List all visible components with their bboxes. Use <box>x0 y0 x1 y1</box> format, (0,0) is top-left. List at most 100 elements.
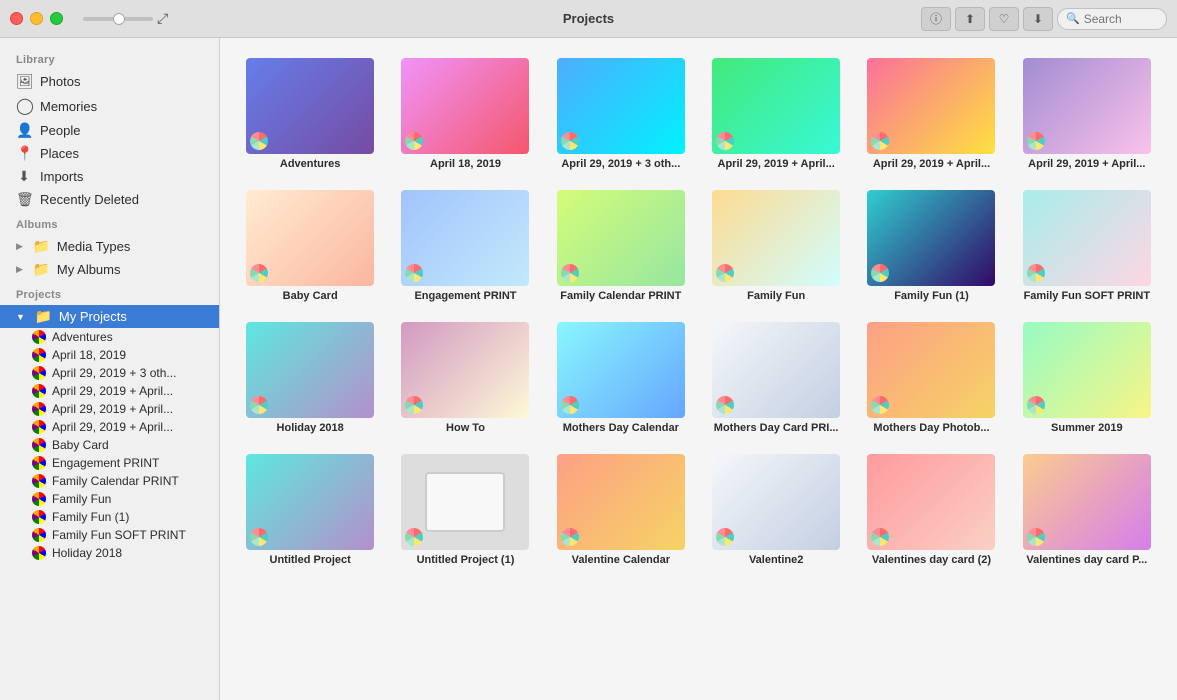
sidebar-item-memories[interactable]: ◯ Memories <box>0 93 219 119</box>
project-item-april-29-april3[interactable]: April 29, 2019 + April... <box>1017 58 1157 170</box>
minimize-button[interactable] <box>30 12 43 25</box>
sidebar-item-april-29-1[interactable]: April 29, 2019 + 3 oth... <box>0 364 219 382</box>
sidebar-item-april-29-3[interactable]: April 29, 2019 + April... <box>0 400 219 418</box>
close-button[interactable] <box>10 12 23 25</box>
project-badge-family-fun-soft <box>1027 264 1045 282</box>
project-item-how-to[interactable]: How To <box>395 322 535 434</box>
upload-button[interactable]: ⬇ <box>1023 7 1053 31</box>
sidebar-item-people[interactable]: 👤 People <box>0 119 219 142</box>
sidebar-item-engagement-print[interactable]: Engagement PRINT <box>0 454 219 472</box>
sidebar: Library 🖼 Photos ◯ Memories 👤 People 📍 P… <box>0 38 220 700</box>
project-badge-family-fun-1 <box>871 264 889 282</box>
sidebar-item-baby-card[interactable]: Baby Card <box>0 436 219 454</box>
project-thumb-april-29-april3 <box>1023 58 1151 154</box>
sidebar-item-april-18[interactable]: April 18, 2019 <box>0 346 219 364</box>
sidebar-item-family-calendar[interactable]: Family Calendar PRINT <box>0 472 219 490</box>
sidebar-item-april-29-2[interactable]: April 29, 2019 + April... <box>0 382 219 400</box>
project-name-how-to: How To <box>446 422 485 434</box>
search-box[interactable]: 🔍 <box>1057 8 1167 30</box>
project-name-untitled: Untitled Project <box>270 554 351 566</box>
project-badge-april-29-april1 <box>716 132 734 150</box>
sidebar-item-family-fun-1[interactable]: Family Fun (1) <box>0 508 219 526</box>
photos-label: Photos <box>40 74 80 89</box>
sidebar-item-april-29-4[interactable]: April 29, 2019 + April... <box>0 418 219 436</box>
project-dot-baby-card <box>32 438 46 452</box>
sidebar-item-my-projects[interactable]: ▼ 📁 My Projects <box>0 305 219 328</box>
baby-card-label: Baby Card <box>52 438 109 452</box>
sidebar-item-family-fun[interactable]: Family Fun <box>0 490 219 508</box>
project-item-april-18[interactable]: April 18, 2019 <box>395 58 535 170</box>
project-thumb-april-18 <box>401 58 529 154</box>
project-name-adventures: Adventures <box>280 158 341 170</box>
sidebar-item-imports[interactable]: ⬇ Imports <box>0 165 219 188</box>
project-item-mothers-day-cal[interactable]: Mothers Day Calendar <box>551 322 691 434</box>
projects-grid: Adventures April 18, 2019 April 29, 2019 +… <box>240 58 1157 566</box>
holiday-label: Holiday 2018 <box>52 546 122 560</box>
sidebar-item-photos[interactable]: 🖼 Photos <box>0 70 219 93</box>
people-icon: 👤 <box>16 122 32 139</box>
sidebar-item-family-fun-soft[interactable]: Family Fun SOFT PRINT <box>0 526 219 544</box>
maximize-button[interactable] <box>50 12 63 25</box>
sidebar-item-places[interactable]: 📍 Places <box>0 142 219 165</box>
project-thumb-april-29-april1 <box>712 58 840 154</box>
project-item-valentine2[interactable]: Valentine2 <box>706 454 846 566</box>
people-label: People <box>40 123 80 138</box>
project-item-adventures[interactable]: Adventures <box>240 58 380 170</box>
project-dot-april18 <box>32 348 46 362</box>
project-item-april-29-april2[interactable]: April 29, 2019 + April... <box>861 58 1001 170</box>
family-calendar-label: Family Calendar PRINT <box>52 474 179 488</box>
share-button[interactable]: ⬆ <box>955 7 985 31</box>
project-item-engagement-print[interactable]: Engagement PRINT <box>395 190 535 302</box>
project-dot-april292 <box>32 384 46 398</box>
project-name-valentine2: Valentine2 <box>749 554 803 566</box>
project-item-family-fun[interactable]: Family Fun <box>706 190 846 302</box>
project-item-family-fun-soft[interactable]: Family Fun SOFT PRINT <box>1017 190 1157 302</box>
project-thumb-engagement-print <box>401 190 529 286</box>
project-item-valentine-cal[interactable]: Valentine Calendar <box>551 454 691 566</box>
zoom-slider[interactable] <box>83 17 153 21</box>
project-thumb-valentine-cal <box>557 454 685 550</box>
sidebar-item-recently-deleted[interactable]: 🗑 Recently Deleted <box>0 188 219 211</box>
project-item-summer-2019[interactable]: Summer 2019 <box>1017 322 1157 434</box>
project-item-untitled[interactable]: Untitled Project <box>240 454 380 566</box>
project-name-family-fun: Family Fun <box>747 290 805 302</box>
project-name-valentines-day-card-2: Valentines day card (2) <box>872 554 991 566</box>
project-badge-untitled <box>250 528 268 546</box>
my-projects-icon: 📁 <box>35 308 51 325</box>
favorite-button[interactable]: ♡ <box>989 7 1019 31</box>
project-thumb-family-fun-soft <box>1023 190 1151 286</box>
project-item-mothers-day-card[interactable]: Mothers Day Card PRI... <box>706 322 846 434</box>
info-button[interactable]: ⓘ <box>921 7 951 31</box>
project-item-april-29-april1[interactable]: April 29, 2019 + April... <box>706 58 846 170</box>
project-item-april-29-3oth[interactable]: April 29, 2019 + 3 oth... <box>551 58 691 170</box>
project-thumb-how-to <box>401 322 529 418</box>
project-item-valentines-day-card-2[interactable]: Valentines day card (2) <box>861 454 1001 566</box>
project-item-untitled-1[interactable]: Untitled Project (1) <box>395 454 535 566</box>
project-item-valentines-day-card-p[interactable]: Valentines day card P... <box>1017 454 1157 566</box>
project-item-mothers-day-photo[interactable]: Mothers Day Photob... <box>861 322 1001 434</box>
recently-deleted-label: Recently Deleted <box>40 192 139 207</box>
project-badge-mothers-day-cal <box>561 396 579 414</box>
april-29-4-label: April 29, 2019 + April... <box>52 420 173 434</box>
project-item-family-calendar-print[interactable]: Family Calendar PRINT <box>551 190 691 302</box>
project-name-family-fun-1: Family Fun (1) <box>894 290 969 302</box>
project-dot-family-fun <box>32 492 46 506</box>
project-thumb-untitled-1 <box>401 454 529 550</box>
project-item-holiday-2018[interactable]: Holiday 2018 <box>240 322 380 434</box>
project-name-mothers-day-cal: Mothers Day Calendar <box>563 422 679 434</box>
project-item-family-fun-1[interactable]: Family Fun (1) <box>861 190 1001 302</box>
sidebar-item-media-types[interactable]: ▶ 📁 Media Types <box>0 235 219 258</box>
library-section-title: Library <box>0 46 219 70</box>
project-thumb-april-29-april2 <box>867 58 995 154</box>
project-name-engagement-print: Engagement PRINT <box>414 290 516 302</box>
search-input[interactable] <box>1084 12 1164 26</box>
titlebar: ⤢ Projects ⓘ ⬆ ♡ ⬇ 🔍 <box>0 0 1177 38</box>
fullscreen-icon[interactable]: ⤢ <box>157 10 168 27</box>
sidebar-item-adventures[interactable]: Adventures <box>0 328 219 346</box>
project-name-april-18: April 18, 2019 <box>430 158 501 170</box>
sidebar-item-my-albums[interactable]: ▶ 📁 My Albums <box>0 258 219 281</box>
project-name-valentines-day-card-p: Valentines day card P... <box>1026 554 1147 566</box>
zoom-thumb[interactable] <box>113 13 125 25</box>
sidebar-item-holiday-2018[interactable]: Holiday 2018 <box>0 544 219 562</box>
project-item-baby-card[interactable]: Baby Card <box>240 190 380 302</box>
